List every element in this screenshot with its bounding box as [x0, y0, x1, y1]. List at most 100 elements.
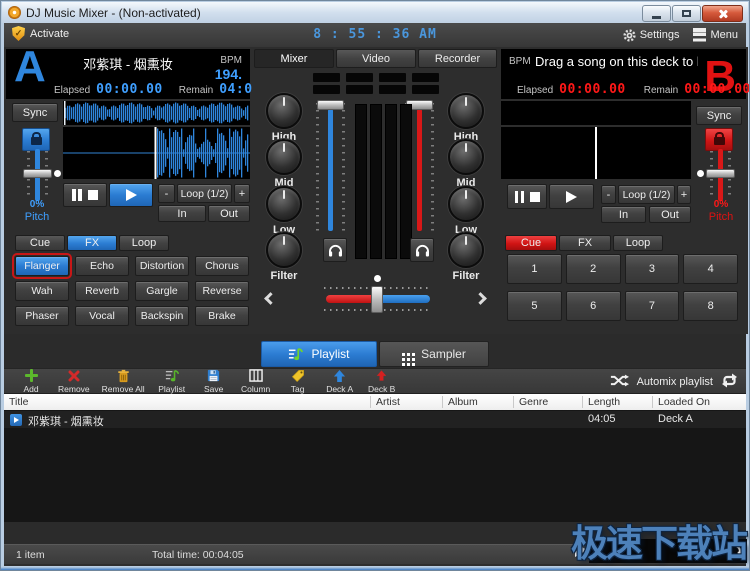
deck-a-loop-plus-button[interactable]: +	[234, 184, 250, 203]
fx-button-backspin[interactable]: Backspin	[135, 306, 189, 326]
add-label: Add	[23, 384, 38, 394]
deck-b-waveform-detail[interactable]	[501, 127, 691, 179]
crossfader-handle[interactable]	[371, 286, 383, 313]
deck-a-waveform-detail[interactable]	[63, 127, 250, 179]
low-knob-a[interactable]	[266, 186, 302, 222]
add-button[interactable]: Add	[10, 368, 52, 394]
high-knob-a[interactable]	[266, 93, 302, 129]
cue-pad-1[interactable]: 1	[507, 254, 562, 284]
remove-all-button[interactable]: Remove All	[96, 368, 151, 394]
crossfader-right-arrow-icon[interactable]	[474, 292, 487, 305]
filter-knob-b[interactable]	[448, 232, 484, 268]
load-deck-a-button[interactable]: Deck A	[319, 368, 361, 394]
deck-b-tab-loop[interactable]: Loop	[613, 235, 663, 251]
fx-button-vocal[interactable]: Vocal	[75, 306, 129, 326]
cue-pad-3[interactable]: 3	[625, 254, 680, 284]
deck-a-loop-in-button[interactable]: In	[158, 205, 206, 222]
playlist-button[interactable]: Playlist	[151, 368, 193, 394]
column-loaded-on[interactable]: Loaded On	[658, 396, 710, 408]
column-length[interactable]: Length	[588, 396, 620, 408]
deck-a-sync-button[interactable]: Sync	[12, 103, 58, 122]
fx-button-flanger[interactable]: Flanger	[15, 256, 69, 276]
filter-knob-a[interactable]	[266, 232, 302, 268]
cue-pad-6[interactable]: 6	[566, 291, 621, 321]
deck-b-loop-minus-button[interactable]: -	[601, 185, 616, 204]
deck-a-waveform-overview[interactable]	[63, 101, 250, 125]
deck-a-play-button[interactable]	[109, 183, 153, 207]
fx-button-wah[interactable]: Wah	[15, 281, 69, 301]
mid-knob-a[interactable]	[266, 139, 302, 175]
deck-b-loop-out-button[interactable]: Out	[649, 206, 691, 223]
deck-b-loop-button[interactable]: Loop (1/2)	[618, 185, 675, 204]
column-title[interactable]: Title	[9, 396, 28, 408]
mixer-tab-video[interactable]: Video	[336, 49, 416, 68]
volume-fader-a-track[interactable]	[328, 109, 333, 231]
deck-b-play-button[interactable]	[549, 184, 594, 209]
headphone-cue-b-button[interactable]	[410, 238, 434, 262]
deck-b-loop-plus-button[interactable]: +	[677, 185, 691, 204]
cue-pad-5[interactable]: 5	[507, 291, 562, 321]
cue-pad-7[interactable]: 7	[625, 291, 680, 321]
table-row[interactable]: 邓紫琪 - 烟熏妆 04:05 Deck A	[4, 411, 746, 428]
fx-button-distortion[interactable]: Distortion	[135, 256, 189, 276]
menu-button[interactable]: Menu	[693, 28, 738, 42]
deck-a-pitch-handle[interactable]	[23, 169, 52, 178]
fx-button-gargle[interactable]: Gargle	[135, 281, 189, 301]
tab-sampler[interactable]: Sampler	[379, 341, 489, 367]
repeat-icon[interactable]	[721, 373, 738, 391]
automix-label[interactable]: Automix playlist	[637, 376, 713, 388]
column-album[interactable]: Album	[448, 396, 478, 408]
column-button[interactable]: Column	[235, 368, 277, 394]
deck-b-tab-fx[interactable]: FX	[559, 235, 611, 251]
column-genre[interactable]: Genre	[519, 396, 548, 408]
settings-button[interactable]: Settings	[623, 29, 680, 42]
deck-a-tab-cue[interactable]: Cue	[15, 235, 65, 251]
maximize-button[interactable]	[672, 5, 701, 22]
mid-knob-b[interactable]	[448, 139, 484, 175]
tag-button[interactable]: Tag	[277, 368, 319, 394]
fx-button-brake[interactable]: Brake	[195, 306, 249, 326]
deck-b-pause-stop-button[interactable]	[507, 184, 547, 209]
fx-button-reverb[interactable]: Reverb	[75, 281, 129, 301]
deck-a-tab-fx[interactable]: FX	[67, 235, 117, 251]
deck-b-waveform-overview[interactable]	[501, 101, 691, 125]
deck-a-pitch-lock-button[interactable]	[22, 128, 50, 151]
pause-icon	[78, 189, 82, 201]
crossfader-left-arrow-icon[interactable]	[264, 292, 277, 305]
low-knob-b[interactable]	[448, 186, 484, 222]
crossfader-track-right[interactable]	[378, 295, 430, 303]
cue-pad-2[interactable]: 2	[566, 254, 621, 284]
volume-fader-b-track[interactable]	[417, 109, 422, 231]
fx-button-phaser[interactable]: Phaser	[15, 306, 69, 326]
cue-pad-4[interactable]: 4	[683, 254, 738, 284]
deck-b-pitch-handle[interactable]	[706, 169, 735, 178]
deck-b-sync-button[interactable]: Sync	[696, 106, 742, 125]
high-knob-b[interactable]	[448, 93, 484, 129]
fx-button-reverse[interactable]: Reverse	[195, 281, 249, 301]
mixer-tab-recorder[interactable]: Recorder	[418, 49, 497, 68]
deck-a-loop-button[interactable]: Loop (1/2)	[177, 184, 232, 203]
remove-button[interactable]: Remove	[52, 368, 96, 394]
deck-a-tab-loop[interactable]: Loop	[119, 235, 169, 251]
fx-button-chorus[interactable]: Chorus	[195, 256, 249, 276]
headphone-cue-a-button[interactable]	[323, 238, 347, 262]
mixer-tab-mixer[interactable]: Mixer	[254, 49, 334, 68]
fx-button-echo[interactable]: Echo	[75, 256, 129, 276]
column-artist[interactable]: Artist	[376, 396, 400, 408]
minimize-button[interactable]	[642, 5, 671, 22]
tab-playlist[interactable]: Playlist	[261, 341, 377, 367]
volume-fader-a-handle[interactable]	[317, 100, 344, 110]
shuffle-icon[interactable]	[610, 374, 629, 390]
deck-b-loop-in-button[interactable]: In	[601, 206, 646, 223]
deck-a-pause-stop-button[interactable]	[63, 183, 107, 207]
deck-a-loop-minus-button[interactable]: -	[158, 184, 175, 203]
deck-b-pitch-lock-button[interactable]	[705, 128, 733, 151]
close-button[interactable]	[702, 5, 743, 22]
load-deck-b-button[interactable]: Deck B	[361, 368, 403, 394]
pause-icon	[72, 189, 76, 201]
cue-pad-8[interactable]: 8	[683, 291, 738, 321]
deck-a-loop-out-button[interactable]: Out	[208, 205, 250, 222]
deck-b-tab-cue[interactable]: Cue	[505, 235, 557, 251]
save-button[interactable]: Save	[193, 368, 235, 394]
preview-play-icon[interactable]	[575, 543, 587, 557]
